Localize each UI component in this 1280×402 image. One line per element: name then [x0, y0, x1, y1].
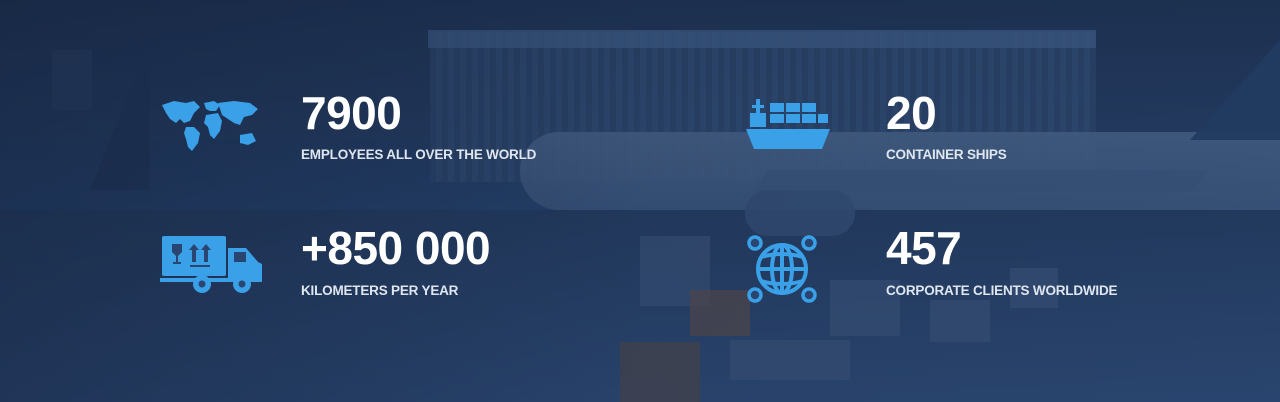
- background-photo: [0, 0, 1280, 402]
- stat-label: EMPLOYEES ALL OVER THE WORLD: [301, 147, 537, 162]
- world-map-icon: [160, 97, 260, 158]
- stats-section: 7900 EMPLOYEES ALL OVER THE WORLD 20 CON…: [0, 0, 1280, 402]
- stat-label: KILOMETERS PER YEAR: [301, 283, 459, 298]
- container-ship-icon: [746, 97, 830, 160]
- stat-number: 20: [886, 87, 937, 139]
- stat-label: CONTAINER SHIPS: [886, 147, 1007, 162]
- stat-label: CORPORATE CLIENTS WORLDWIDE: [886, 283, 1118, 298]
- stat-number: 7900: [301, 87, 402, 139]
- globe-network-icon: [746, 234, 818, 309]
- stat-number: 457: [886, 222, 962, 274]
- stat-number: +850 000: [301, 222, 491, 274]
- delivery-truck-icon: [160, 234, 264, 299]
